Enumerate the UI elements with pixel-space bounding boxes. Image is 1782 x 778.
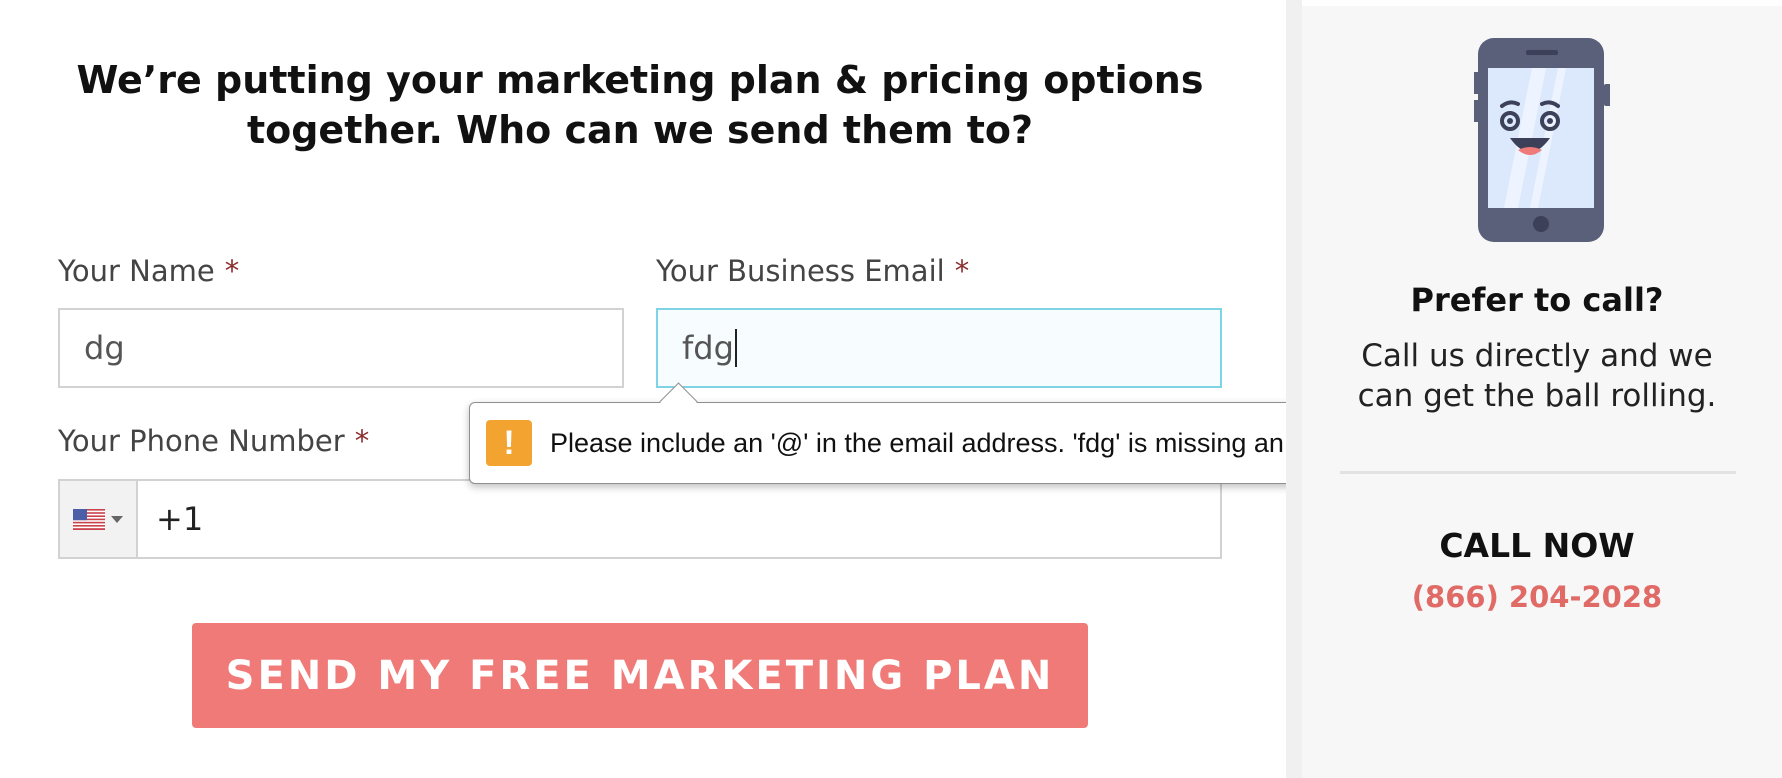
validation-message: Please include an '@' in the email addre…: [550, 427, 1337, 458]
phone-number-link[interactable]: (866) 204-2028: [1302, 580, 1772, 614]
warning-icon-glyph: !: [503, 423, 515, 462]
sidebar-text: Call us directly and we can get the ball…: [1357, 338, 1717, 414]
page-title-line-2: together. Who can we send them to?: [246, 108, 1034, 152]
required-mark: *: [224, 254, 240, 288]
country-selector[interactable]: [60, 481, 138, 557]
phone-input-value: +1: [156, 500, 204, 538]
sidebar: Prefer to call? Call us directly and we …: [1302, 6, 1782, 778]
us-flag-icon: [73, 508, 105, 530]
phone-input[interactable]: +1: [138, 481, 203, 557]
sidebar-title: Prefer to call?: [1410, 281, 1664, 319]
sidebar-divider-gutter: [1286, 0, 1302, 778]
page-title-line-1: We’re putting your marketing plan & pric…: [76, 58, 1204, 102]
text-caret: [734, 329, 737, 367]
phone-label-text: Your Phone Number: [58, 424, 345, 458]
send-marketing-plan-button[interactable]: SEND MY FREE MARKETING PLAN: [192, 623, 1088, 728]
email-label-text: Your Business Email: [656, 254, 945, 288]
name-input-value: dg: [84, 329, 125, 367]
form-panel: We’re putting your marketing plan & pric…: [0, 0, 1286, 778]
page-title: We’re putting your marketing plan & pric…: [40, 55, 1240, 155]
name-label: Your Name *: [58, 254, 239, 288]
phone-field: +1: [58, 479, 1222, 559]
name-label-text: Your Name: [58, 254, 215, 288]
email-input[interactable]: fdg: [656, 308, 1222, 388]
phone-label: Your Phone Number *: [58, 424, 369, 458]
required-mark: *: [954, 254, 970, 288]
validation-tooltip: ! Please include an '@' in the email add…: [469, 402, 1407, 484]
email-input-value: fdg: [682, 329, 734, 367]
chevron-down-icon: [111, 515, 123, 523]
divider: [1340, 471, 1736, 474]
name-input[interactable]: dg: [58, 308, 624, 388]
call-now-label: CALL NOW: [1439, 526, 1635, 565]
warning-icon: !: [486, 420, 532, 466]
required-mark: *: [354, 424, 370, 458]
email-label: Your Business Email *: [656, 254, 969, 288]
smiling-phone-icon: [1474, 38, 1610, 242]
